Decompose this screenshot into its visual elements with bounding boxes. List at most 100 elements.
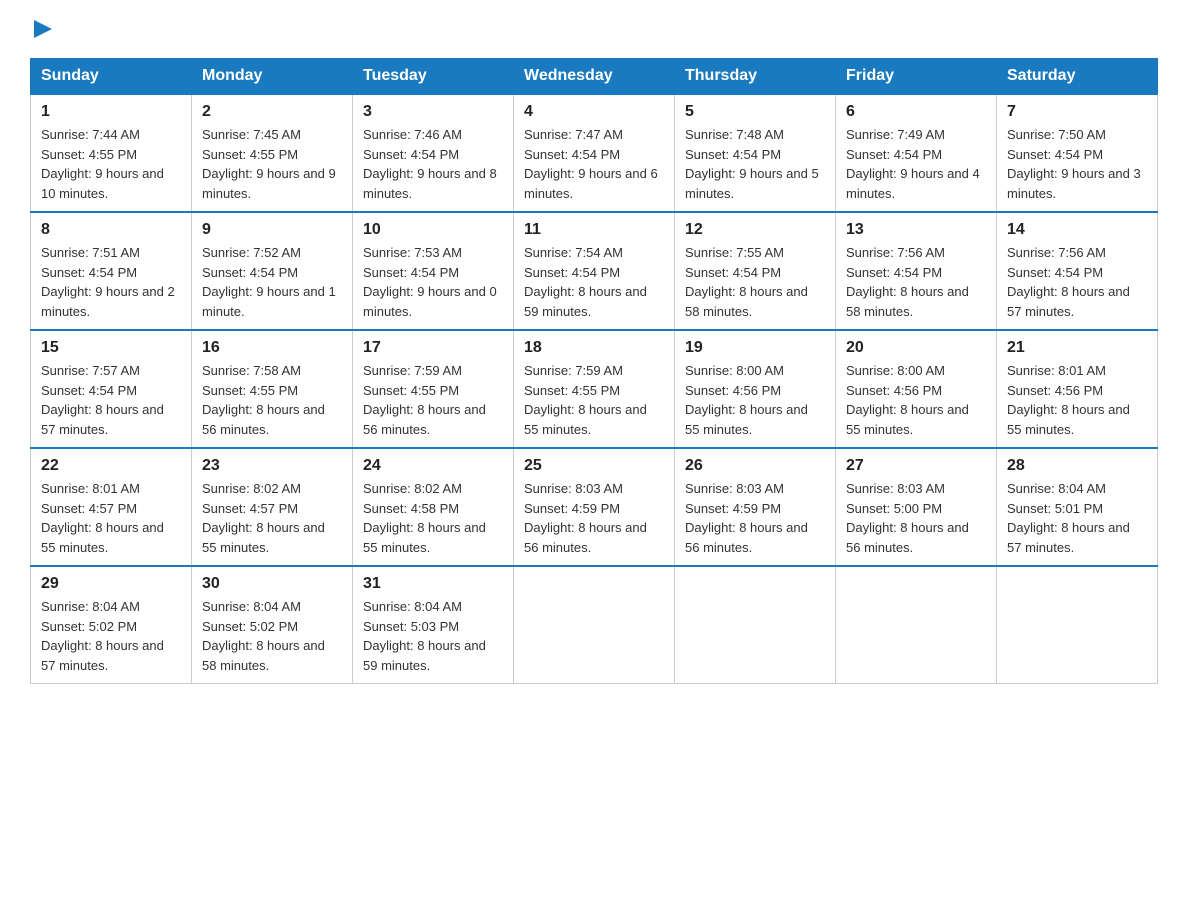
day-info: Sunrise: 8:04 AMSunset: 5:01 PMDaylight:… [1007, 479, 1147, 557]
day-number: 15 [41, 339, 181, 357]
calendar-cell: 14 Sunrise: 7:56 AMSunset: 4:54 PMDaylig… [997, 212, 1158, 330]
calendar-cell: 24 Sunrise: 8:02 AMSunset: 4:58 PMDaylig… [353, 448, 514, 566]
day-number: 22 [41, 457, 181, 475]
day-number: 4 [524, 103, 664, 121]
calendar-cell: 5 Sunrise: 7:48 AMSunset: 4:54 PMDayligh… [675, 94, 836, 212]
calendar-cell: 30 Sunrise: 8:04 AMSunset: 5:02 PMDaylig… [192, 566, 353, 684]
day-info: Sunrise: 8:04 AMSunset: 5:03 PMDaylight:… [363, 597, 503, 675]
calendar-week-row: 8 Sunrise: 7:51 AMSunset: 4:54 PMDayligh… [31, 212, 1158, 330]
calendar-cell [836, 566, 997, 684]
day-info: Sunrise: 8:03 AMSunset: 5:00 PMDaylight:… [846, 479, 986, 557]
day-number: 3 [363, 103, 503, 121]
calendar-cell: 10 Sunrise: 7:53 AMSunset: 4:54 PMDaylig… [353, 212, 514, 330]
calendar-cell: 20 Sunrise: 8:00 AMSunset: 4:56 PMDaylig… [836, 330, 997, 448]
logo [30, 20, 56, 38]
page-header [30, 20, 1158, 38]
day-info: Sunrise: 7:48 AMSunset: 4:54 PMDaylight:… [685, 125, 825, 203]
day-number: 26 [685, 457, 825, 475]
calendar-cell: 21 Sunrise: 8:01 AMSunset: 4:56 PMDaylig… [997, 330, 1158, 448]
calendar-cell: 13 Sunrise: 7:56 AMSunset: 4:54 PMDaylig… [836, 212, 997, 330]
calendar-week-row: 22 Sunrise: 8:01 AMSunset: 4:57 PMDaylig… [31, 448, 1158, 566]
calendar-table: SundayMondayTuesdayWednesdayThursdayFrid… [30, 58, 1158, 684]
day-number: 20 [846, 339, 986, 357]
day-info: Sunrise: 8:01 AMSunset: 4:57 PMDaylight:… [41, 479, 181, 557]
day-number: 12 [685, 221, 825, 239]
day-number: 11 [524, 221, 664, 239]
calendar-cell [514, 566, 675, 684]
weekday-header-sunday: Sunday [31, 59, 192, 95]
calendar-cell: 4 Sunrise: 7:47 AMSunset: 4:54 PMDayligh… [514, 94, 675, 212]
day-info: Sunrise: 7:59 AMSunset: 4:55 PMDaylight:… [363, 361, 503, 439]
day-info: Sunrise: 7:59 AMSunset: 4:55 PMDaylight:… [524, 361, 664, 439]
calendar-cell: 3 Sunrise: 7:46 AMSunset: 4:54 PMDayligh… [353, 94, 514, 212]
day-info: Sunrise: 7:51 AMSunset: 4:54 PMDaylight:… [41, 243, 181, 321]
day-number: 1 [41, 103, 181, 121]
weekday-header-tuesday: Tuesday [353, 59, 514, 95]
calendar-cell: 25 Sunrise: 8:03 AMSunset: 4:59 PMDaylig… [514, 448, 675, 566]
day-info: Sunrise: 7:50 AMSunset: 4:54 PMDaylight:… [1007, 125, 1147, 203]
day-number: 8 [41, 221, 181, 239]
day-number: 31 [363, 575, 503, 593]
calendar-cell: 27 Sunrise: 8:03 AMSunset: 5:00 PMDaylig… [836, 448, 997, 566]
day-number: 5 [685, 103, 825, 121]
day-number: 25 [524, 457, 664, 475]
day-number: 10 [363, 221, 503, 239]
calendar-cell [675, 566, 836, 684]
day-info: Sunrise: 7:56 AMSunset: 4:54 PMDaylight:… [1007, 243, 1147, 321]
calendar-cell: 12 Sunrise: 7:55 AMSunset: 4:54 PMDaylig… [675, 212, 836, 330]
day-number: 16 [202, 339, 342, 357]
day-number: 6 [846, 103, 986, 121]
day-info: Sunrise: 7:56 AMSunset: 4:54 PMDaylight:… [846, 243, 986, 321]
day-info: Sunrise: 8:01 AMSunset: 4:56 PMDaylight:… [1007, 361, 1147, 439]
day-info: Sunrise: 7:49 AMSunset: 4:54 PMDaylight:… [846, 125, 986, 203]
day-number: 30 [202, 575, 342, 593]
weekday-header-wednesday: Wednesday [514, 59, 675, 95]
day-info: Sunrise: 8:03 AMSunset: 4:59 PMDaylight:… [685, 479, 825, 557]
day-number: 7 [1007, 103, 1147, 121]
calendar-cell: 28 Sunrise: 8:04 AMSunset: 5:01 PMDaylig… [997, 448, 1158, 566]
weekday-header-friday: Friday [836, 59, 997, 95]
day-info: Sunrise: 7:52 AMSunset: 4:54 PMDaylight:… [202, 243, 342, 321]
calendar-cell: 23 Sunrise: 8:02 AMSunset: 4:57 PMDaylig… [192, 448, 353, 566]
calendar-cell: 31 Sunrise: 8:04 AMSunset: 5:03 PMDaylig… [353, 566, 514, 684]
day-number: 14 [1007, 221, 1147, 239]
day-number: 19 [685, 339, 825, 357]
calendar-cell: 22 Sunrise: 8:01 AMSunset: 4:57 PMDaylig… [31, 448, 192, 566]
day-number: 2 [202, 103, 342, 121]
day-info: Sunrise: 7:47 AMSunset: 4:54 PMDaylight:… [524, 125, 664, 203]
day-info: Sunrise: 7:54 AMSunset: 4:54 PMDaylight:… [524, 243, 664, 321]
logo-arrow-icon [34, 20, 52, 38]
day-number: 13 [846, 221, 986, 239]
calendar-cell: 16 Sunrise: 7:58 AMSunset: 4:55 PMDaylig… [192, 330, 353, 448]
day-number: 23 [202, 457, 342, 475]
day-info: Sunrise: 8:02 AMSunset: 4:58 PMDaylight:… [363, 479, 503, 557]
calendar-cell [997, 566, 1158, 684]
day-number: 18 [524, 339, 664, 357]
day-number: 24 [363, 457, 503, 475]
day-info: Sunrise: 7:53 AMSunset: 4:54 PMDaylight:… [363, 243, 503, 321]
calendar-cell: 1 Sunrise: 7:44 AMSunset: 4:55 PMDayligh… [31, 94, 192, 212]
calendar-week-row: 29 Sunrise: 8:04 AMSunset: 5:02 PMDaylig… [31, 566, 1158, 684]
weekday-header-thursday: Thursday [675, 59, 836, 95]
calendar-cell: 29 Sunrise: 8:04 AMSunset: 5:02 PMDaylig… [31, 566, 192, 684]
day-info: Sunrise: 7:46 AMSunset: 4:54 PMDaylight:… [363, 125, 503, 203]
weekday-header-saturday: Saturday [997, 59, 1158, 95]
day-info: Sunrise: 7:57 AMSunset: 4:54 PMDaylight:… [41, 361, 181, 439]
calendar-cell: 15 Sunrise: 7:57 AMSunset: 4:54 PMDaylig… [31, 330, 192, 448]
day-info: Sunrise: 8:03 AMSunset: 4:59 PMDaylight:… [524, 479, 664, 557]
day-info: Sunrise: 8:00 AMSunset: 4:56 PMDaylight:… [846, 361, 986, 439]
calendar-week-row: 15 Sunrise: 7:57 AMSunset: 4:54 PMDaylig… [31, 330, 1158, 448]
day-number: 28 [1007, 457, 1147, 475]
day-number: 17 [363, 339, 503, 357]
day-info: Sunrise: 8:04 AMSunset: 5:02 PMDaylight:… [41, 597, 181, 675]
calendar-week-row: 1 Sunrise: 7:44 AMSunset: 4:55 PMDayligh… [31, 94, 1158, 212]
calendar-cell: 6 Sunrise: 7:49 AMSunset: 4:54 PMDayligh… [836, 94, 997, 212]
calendar-cell: 17 Sunrise: 7:59 AMSunset: 4:55 PMDaylig… [353, 330, 514, 448]
day-number: 21 [1007, 339, 1147, 357]
day-number: 9 [202, 221, 342, 239]
day-info: Sunrise: 7:58 AMSunset: 4:55 PMDaylight:… [202, 361, 342, 439]
calendar-cell: 19 Sunrise: 8:00 AMSunset: 4:56 PMDaylig… [675, 330, 836, 448]
weekday-header-row: SundayMondayTuesdayWednesdayThursdayFrid… [31, 59, 1158, 95]
day-info: Sunrise: 7:44 AMSunset: 4:55 PMDaylight:… [41, 125, 181, 203]
calendar-cell: 8 Sunrise: 7:51 AMSunset: 4:54 PMDayligh… [31, 212, 192, 330]
